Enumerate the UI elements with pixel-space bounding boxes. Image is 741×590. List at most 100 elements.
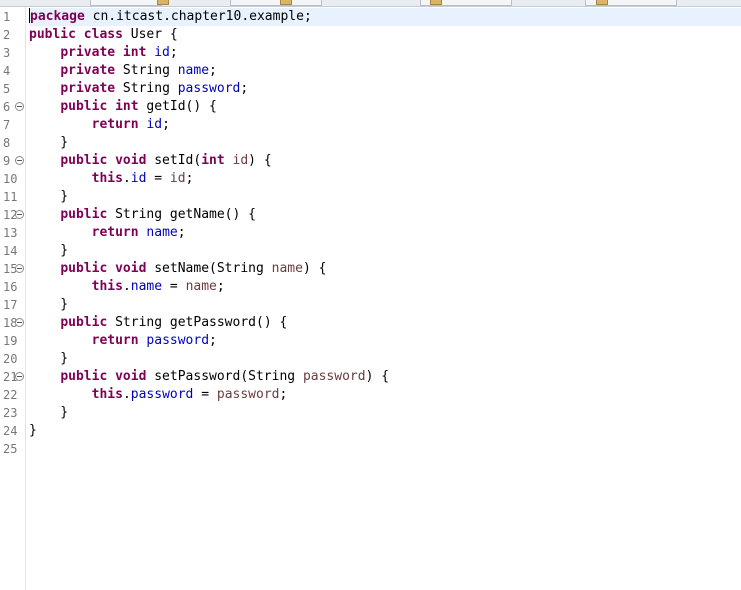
keyword-token: this xyxy=(91,387,123,402)
line-number: 19 xyxy=(3,334,18,348)
code-line[interactable]: return password; xyxy=(29,332,217,350)
field-token: password xyxy=(130,387,194,402)
code-line[interactable]: private int id; xyxy=(29,44,178,62)
code-token: ; xyxy=(209,63,217,78)
code-token: ; xyxy=(162,117,170,132)
code-line[interactable]: this.name = name; xyxy=(29,278,225,296)
code-token: } xyxy=(29,351,69,366)
line-number: 9 xyxy=(3,154,11,168)
fold-collapse-icon[interactable] xyxy=(15,318,24,327)
code-token: setId( xyxy=(146,153,202,168)
code-token: ; xyxy=(169,45,178,60)
editor-tab-strip[interactable] xyxy=(0,0,741,7)
code-line-current[interactable]: package cn.itcast.chapter10.example; xyxy=(29,8,741,26)
java-file-icon xyxy=(596,0,608,5)
line-number: 8 xyxy=(3,136,11,150)
code-editor[interactable]: 1 2 3 4 5 6 7 8 9 10 11 12 13 14 15 16 17 18 19 20 21 22 23 24 2… xyxy=(0,0,741,590)
fold-collapse-icon[interactable] xyxy=(15,102,24,111)
keyword-token: return xyxy=(91,117,139,132)
code-token: = xyxy=(162,279,186,294)
code-line[interactable]: } xyxy=(29,134,68,152)
parameter-token: id xyxy=(232,153,249,168)
line-number: 1 xyxy=(3,10,11,24)
parameter-token: password xyxy=(302,369,366,384)
line-number: 17 xyxy=(3,298,18,312)
line-number: 5 xyxy=(3,82,11,96)
field-token: name xyxy=(146,225,178,240)
code-line[interactable]: return id; xyxy=(29,116,170,134)
code-token: ; xyxy=(185,171,194,186)
code-line[interactable]: public void setId(int id) { xyxy=(29,152,271,170)
keyword-token: this xyxy=(91,171,123,186)
code-token: } xyxy=(29,297,69,312)
code-text-area[interactable]: package cn.itcast.chapter10.example; publ… xyxy=(26,7,741,590)
fold-collapse-icon[interactable] xyxy=(15,264,24,273)
code-line[interactable]: private String password; xyxy=(29,80,248,98)
code-token: } xyxy=(29,243,69,258)
code-line[interactable]: } xyxy=(29,188,68,206)
code-line[interactable]: } xyxy=(29,296,68,314)
code-token: . xyxy=(122,171,131,186)
code-line[interactable]: } xyxy=(29,242,68,260)
code-token: ) { xyxy=(365,369,390,384)
field-token: name xyxy=(177,63,210,78)
line-number: 3 xyxy=(3,46,11,60)
keyword-token: return xyxy=(91,333,139,348)
keyword-token: int xyxy=(201,153,225,168)
code-token: ; xyxy=(177,225,186,240)
code-line[interactable]: public String getName() { xyxy=(29,206,256,224)
fold-collapse-icon[interactable] xyxy=(15,210,24,219)
line-number: 11 xyxy=(3,190,18,204)
code-line[interactable]: public void setPassword(String password)… xyxy=(29,368,389,386)
field-token: id xyxy=(146,117,163,132)
field-token: password xyxy=(146,333,210,348)
line-number: 4 xyxy=(3,64,11,78)
code-line[interactable]: return name; xyxy=(29,224,186,242)
line-number: 23 xyxy=(3,406,18,420)
code-token: String getName() { xyxy=(107,207,256,222)
line-number: 13 xyxy=(3,226,18,240)
code-line[interactable]: public String getPassword() { xyxy=(29,314,287,332)
code-token: getId() { xyxy=(138,99,217,114)
code-line[interactable]: } xyxy=(29,404,68,422)
code-line[interactable]: public class User { xyxy=(29,26,178,44)
keyword-token: private xyxy=(60,81,116,96)
code-line[interactable]: } xyxy=(29,350,68,368)
code-line[interactable]: this.id = id; xyxy=(29,170,194,188)
keyword-token: public int xyxy=(60,99,139,114)
code-line[interactable]: this.password = password; xyxy=(29,386,288,404)
editor-tab[interactable] xyxy=(230,0,322,6)
keyword-token: public xyxy=(60,315,108,330)
parameter-token: password xyxy=(216,387,280,402)
line-number: 25 xyxy=(3,442,18,456)
code-token: ; xyxy=(240,81,249,96)
line-number: 24 xyxy=(3,424,18,438)
line-number: 16 xyxy=(3,280,18,294)
parameter-token: name xyxy=(271,261,303,276)
code-token: setName(String xyxy=(146,261,272,276)
code-line[interactable]: public int getId() { xyxy=(29,98,217,116)
fold-collapse-icon[interactable] xyxy=(15,156,24,165)
code-line[interactable]: private String name; xyxy=(29,62,217,80)
code-token: } xyxy=(29,189,69,204)
code-token: setPassword(String xyxy=(146,369,303,384)
code-token: User { xyxy=(122,27,178,42)
code-line[interactable]: } xyxy=(29,422,37,440)
keyword-token: return xyxy=(91,225,139,240)
code-token: = xyxy=(193,387,217,402)
field-token: id xyxy=(154,45,170,60)
keyword-token: private int xyxy=(60,45,147,60)
code-line[interactable]: public void setName(String name) { xyxy=(29,260,326,278)
parameter-token: id xyxy=(169,171,186,186)
fold-collapse-icon[interactable] xyxy=(15,372,24,381)
line-number: 14 xyxy=(3,244,18,258)
editor-tab[interactable] xyxy=(90,0,162,6)
code-token: String xyxy=(115,63,178,78)
line-number: 7 xyxy=(3,118,11,132)
